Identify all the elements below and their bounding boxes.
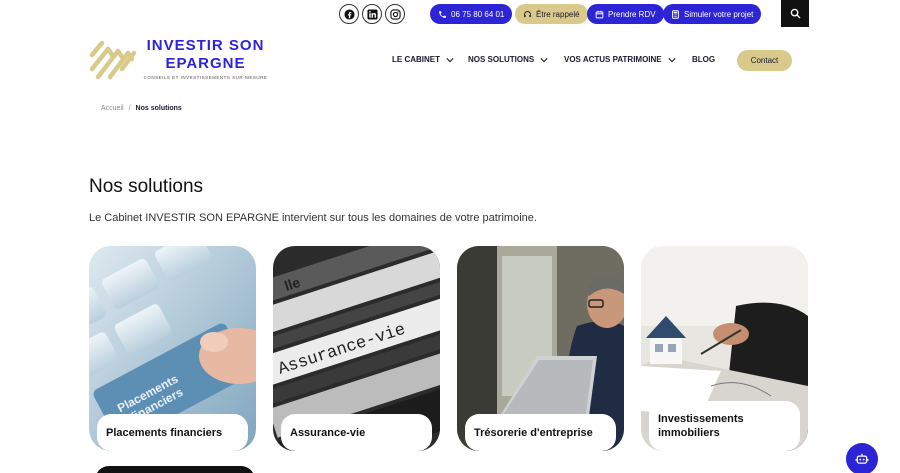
contact-button[interactable]: Contact [737,50,792,71]
breadcrumb: Accueil / Nos solutions [101,105,182,112]
card-label: Assurance-vie [281,414,432,451]
nav-vos-actus-patrimoine[interactable]: VOS ACTUS PATRIMOINE [564,55,676,64]
solution-card-immobilier[interactable]: Investissements immobiliers [641,246,808,451]
logo-subtitle: CONSEILS ET INVESTISSEMENTS SUR-MESURE [143,75,268,80]
nav-le-cabinet[interactable]: LE CABINET [392,55,454,64]
headset-icon [524,10,531,17]
appointment-label: Prendre RDV [608,9,656,19]
nav-nos-solutions[interactable]: NOS SOLUTIONS [468,55,548,64]
appointment-button[interactable]: Prendre RDV [587,4,664,24]
instagram-icon[interactable] [385,4,405,24]
breadcrumb-separator: / [128,105,131,112]
logo-title-line2: EPARGNE [165,55,246,72]
logo-mark-icon [89,40,137,80]
chevron-down-icon [540,57,548,62]
calculator-icon [672,9,679,19]
breadcrumb-home[interactable]: Accueil [101,105,124,112]
chevron-down-icon [446,57,454,62]
simulate-project-button[interactable]: Simuler votre projet [663,4,762,24]
nav-label: VOS ACTUS PATRIMOINE [564,55,662,64]
nav-label: NOS SOLUTIONS [468,55,535,64]
chevron-down-icon [668,57,676,62]
solution-card-tresorerie[interactable]: Trésorerie d'entreprise [457,246,624,451]
solution-card-assurance-vie[interactable]: lle Assurance-vie Assurance-vie [273,246,440,451]
breadcrumb-current: Nos solutions [135,105,182,112]
card-label: Trésorerie d'entreprise [465,414,616,451]
page-title: Nos solutions [89,176,204,197]
callback-button[interactable]: Être rappelé [515,4,588,24]
nav-label: BLOG [692,55,716,64]
calendar-icon [595,10,604,18]
card-label: Investissements immobiliers [649,401,800,451]
nav-label: LE CABINET [392,55,440,64]
solution-card-next-partial[interactable] [95,466,255,473]
linkedin-icon[interactable] [362,4,382,24]
nav-blog[interactable]: BLOG [692,55,715,64]
callback-label: Être rappelé [536,9,580,19]
facebook-icon[interactable] [339,4,359,24]
solution-card-placements[interactable]: Placements financiers Placements financi… [89,246,256,451]
site-header: INVESTIR SON EPARGNE CONSEILS ET INVESTI… [0,27,900,97]
card-label: Placements financiers [97,414,248,451]
chatbot-button[interactable] [846,443,878,473]
phone-button[interactable]: 06 75 80 64 01 [430,4,513,24]
logo-title-line1: INVESTIR SON [146,37,265,54]
search-button[interactable] [781,0,809,27]
robot-icon [855,453,869,464]
page-intro: Le Cabinet INVESTIR SON EPARGNE intervie… [89,212,537,224]
search-icon [790,8,800,19]
phone-number: 06 75 80 64 01 [451,9,505,19]
simulate-label: Simuler votre projet [684,9,754,19]
top-bar: 06 75 80 64 01 Être rappelé Prendre RDV … [0,0,900,27]
phone-icon [439,10,446,18]
